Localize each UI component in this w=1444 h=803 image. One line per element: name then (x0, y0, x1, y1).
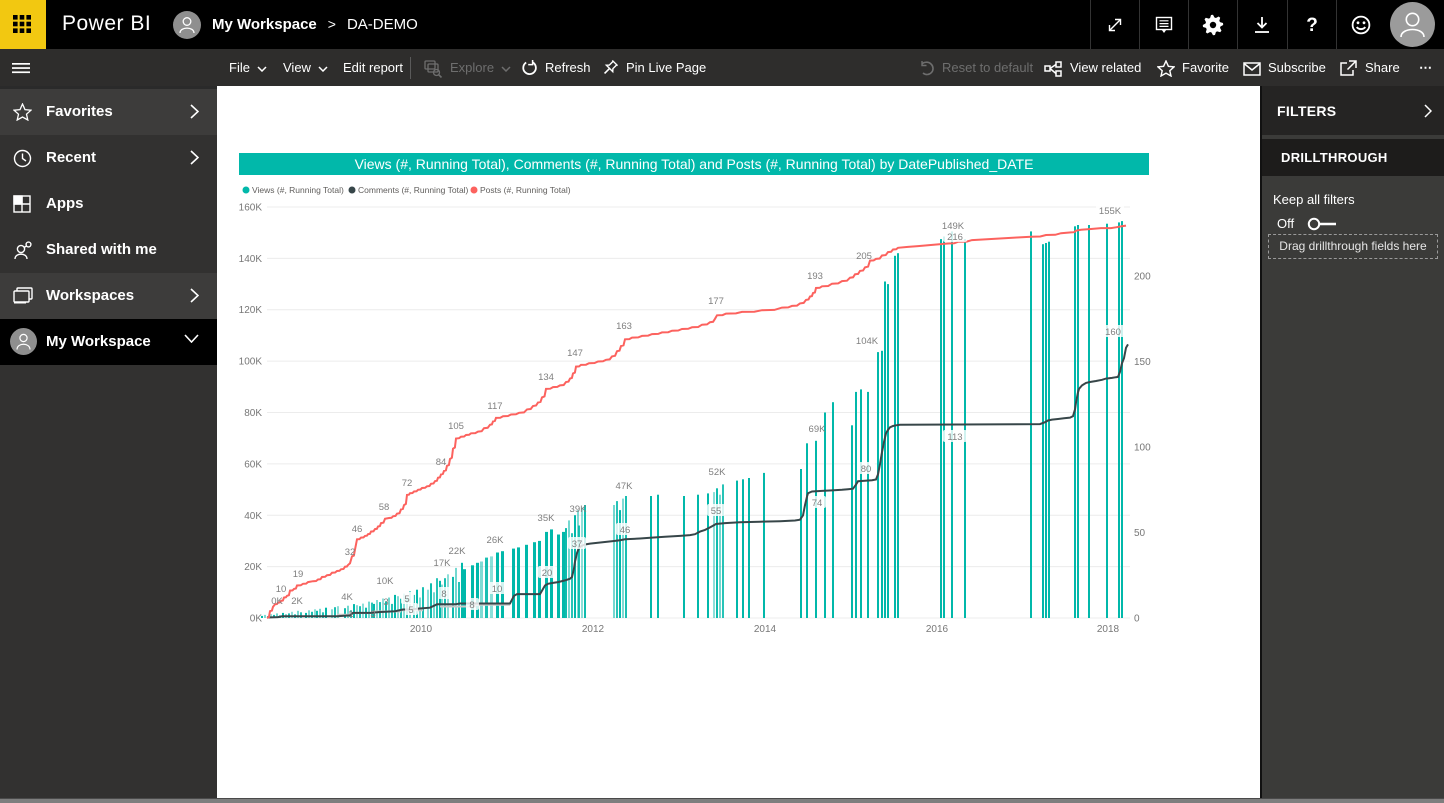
svg-text:58: 58 (379, 502, 390, 513)
svg-text:177: 177 (708, 296, 724, 307)
svg-text:100K: 100K (239, 357, 263, 368)
svg-text:155K: 155K (1099, 206, 1122, 217)
svg-text:5: 5 (408, 605, 413, 616)
svg-text:55: 55 (711, 506, 722, 517)
svg-text:40K: 40K (244, 511, 262, 522)
svg-text:80: 80 (861, 464, 872, 475)
svg-text:0K: 0K (271, 596, 283, 607)
svg-text:Views (#, Running Total): Views (#, Running Total) (252, 185, 344, 195)
svg-text:10: 10 (276, 584, 287, 595)
svg-text:69K: 69K (809, 424, 827, 435)
svg-text:20K: 20K (244, 562, 262, 573)
svg-text:35K: 35K (538, 513, 556, 524)
svg-text:8: 8 (441, 589, 446, 600)
svg-text:17K: 17K (434, 558, 452, 569)
svg-text:47K: 47K (616, 481, 634, 492)
svg-text:2010: 2010 (410, 624, 433, 635)
svg-text:60K: 60K (244, 459, 262, 470)
svg-text:2014: 2014 (754, 624, 777, 635)
svg-text:117: 117 (487, 401, 502, 412)
svg-text:3: 3 (383, 597, 388, 608)
svg-text:Posts (#, Running Total): Posts (#, Running Total) (480, 185, 571, 195)
svg-text:52K: 52K (709, 467, 727, 478)
svg-text:50: 50 (1134, 528, 1146, 539)
svg-text:32: 32 (345, 547, 356, 558)
svg-text:2016: 2016 (926, 624, 949, 635)
svg-text:84: 84 (436, 457, 447, 468)
svg-text:Views (#, Running Total), Comm: Views (#, Running Total), Comments (#, R… (355, 156, 1034, 172)
svg-text:4K: 4K (341, 592, 353, 603)
svg-text:46: 46 (620, 525, 631, 536)
svg-text:120K: 120K (239, 305, 263, 316)
svg-text:2012: 2012 (582, 624, 605, 635)
svg-text:205: 205 (856, 251, 872, 262)
svg-text:20: 20 (542, 568, 553, 579)
svg-text:10: 10 (492, 584, 503, 595)
svg-text:147: 147 (567, 348, 583, 359)
svg-text:74: 74 (812, 498, 823, 509)
svg-text:193: 193 (807, 271, 823, 282)
svg-text:2K: 2K (291, 596, 303, 607)
svg-text:10K: 10K (377, 576, 395, 587)
svg-text:8: 8 (469, 600, 474, 611)
svg-text:2018: 2018 (1097, 624, 1120, 635)
svg-text:?: ? (1306, 15, 1318, 36)
svg-text:105: 105 (448, 421, 464, 432)
svg-text:22K: 22K (449, 546, 467, 557)
svg-text:26K: 26K (487, 535, 505, 546)
svg-text:160: 160 (1105, 327, 1121, 338)
svg-text:140K: 140K (239, 254, 263, 265)
svg-text:113: 113 (947, 432, 962, 443)
svg-text:3: 3 (370, 609, 375, 620)
svg-text:46: 46 (352, 524, 363, 535)
svg-text:134: 134 (538, 372, 554, 383)
svg-text:100: 100 (1134, 443, 1151, 454)
svg-text:19: 19 (293, 569, 304, 580)
svg-text:80K: 80K (244, 408, 262, 419)
svg-text:1: 1 (348, 609, 353, 620)
svg-text:0: 0 (1134, 614, 1140, 625)
svg-text:37: 37 (572, 539, 583, 550)
svg-text:72: 72 (402, 478, 413, 489)
svg-text:150: 150 (1134, 357, 1151, 368)
svg-text:163: 163 (616, 321, 632, 332)
svg-text:160K: 160K (239, 203, 263, 214)
svg-text:Comments (#, Running Total): Comments (#, Running Total) (358, 185, 469, 195)
svg-text:0K: 0K (250, 614, 263, 625)
svg-text:104K: 104K (856, 336, 879, 347)
svg-text:200: 200 (1134, 272, 1151, 283)
svg-text:39K: 39K (570, 504, 588, 515)
svg-text:216: 216 (947, 232, 963, 243)
